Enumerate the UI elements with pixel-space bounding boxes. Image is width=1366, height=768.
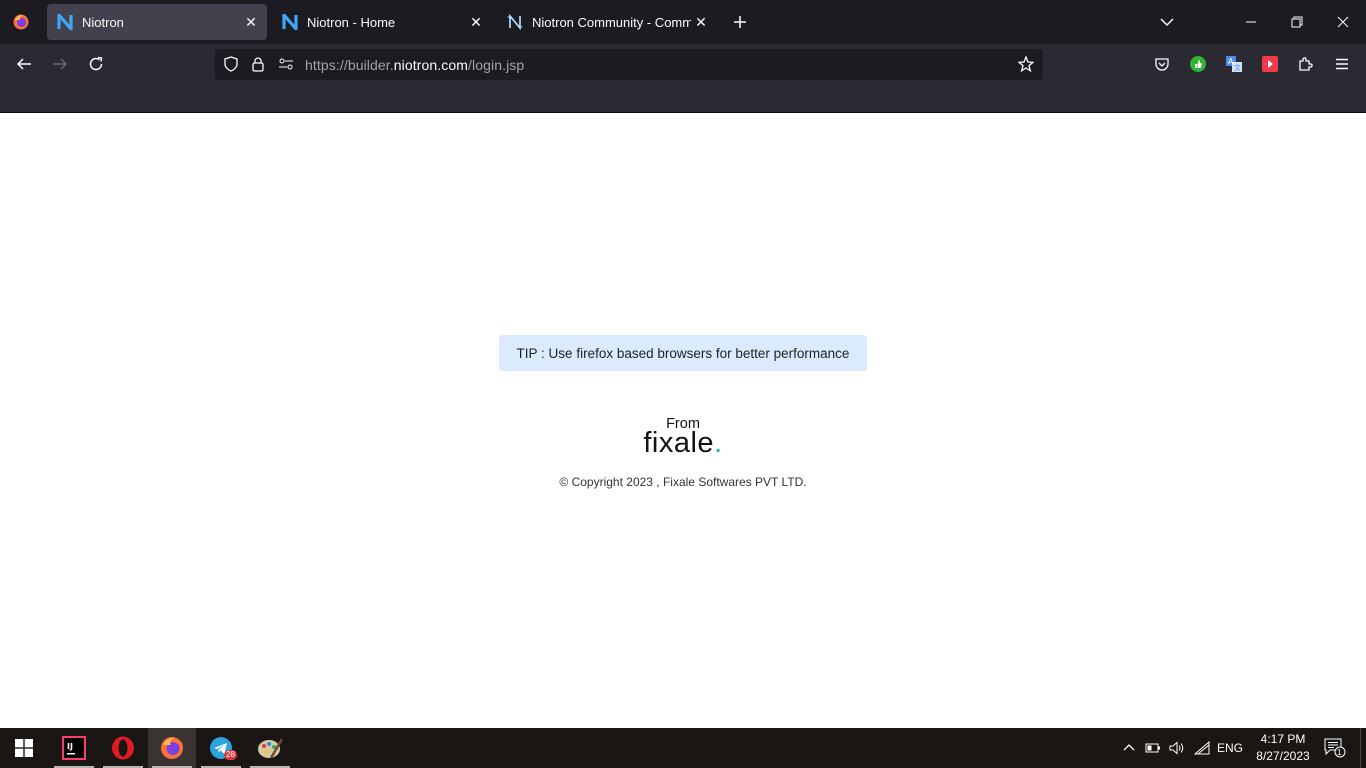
- star-icon[interactable]: [1017, 55, 1035, 73]
- brand-dot: .: [714, 427, 723, 459]
- tab-bar: Niotron ✕ Niotron - Home ✕ Niotron Commu…: [0, 0, 1366, 44]
- paint-icon: [258, 738, 283, 759]
- lock-icon[interactable]: [249, 55, 267, 73]
- copyright-text: © Copyright 2023 , Fixale Softwares PVT …: [559, 475, 807, 489]
- niotron-favicon-icon: [57, 14, 73, 30]
- niotron-community-favicon-icon: [507, 14, 523, 30]
- clock[interactable]: 4:17 PM 8/27/2023: [1248, 731, 1318, 765]
- tab-niotron[interactable]: Niotron ✕: [47, 4, 267, 40]
- url-text: https://builder.niotron.com/login.jsp: [305, 57, 524, 73]
- translate-extension-icon[interactable]: A文: [1224, 54, 1244, 74]
- taskbar-telegram[interactable]: [197, 728, 245, 768]
- svg-text:IJ: IJ: [67, 742, 73, 751]
- close-tab-icon[interactable]: ✕: [241, 12, 261, 32]
- tip-banner: TIP : Use firefox based browsers for bet…: [499, 335, 867, 371]
- battery-tray-button[interactable]: [1142, 728, 1164, 768]
- language-indicator[interactable]: ENG: [1214, 728, 1246, 768]
- close-window-button[interactable]: [1320, 0, 1366, 44]
- tab-title: Niotron - Home: [307, 14, 396, 30]
- pocket-icon[interactable]: [1152, 54, 1172, 74]
- notification-icon: [1324, 738, 1346, 758]
- start-button[interactable]: [0, 728, 48, 768]
- wifi-icon: [1194, 741, 1210, 755]
- thumbs-up-extension-icon[interactable]: [1188, 54, 1208, 74]
- address-bar[interactable]: https://builder.niotron.com/login.jsp: [215, 49, 1043, 80]
- fixale-logo: fixale.: [0, 427, 1366, 460]
- close-tab-icon[interactable]: ✕: [466, 12, 486, 32]
- show-desktop-button[interactable]: [1360, 728, 1366, 768]
- opera-icon: [112, 736, 134, 760]
- minimize-button[interactable]: [1228, 0, 1274, 44]
- url-domain: niotron.com: [393, 57, 469, 73]
- tab-title: Niotron Community - Commun: [532, 14, 691, 30]
- firefox-menu-button[interactable]: [0, 0, 42, 44]
- shield-icon[interactable]: [222, 55, 240, 73]
- brand-name: fixale: [643, 427, 715, 459]
- firefox-icon: [13, 14, 29, 30]
- back-button[interactable]: [8, 50, 40, 78]
- show-hidden-icons-button[interactable]: [1118, 728, 1140, 768]
- restore-icon: [1291, 16, 1303, 28]
- niotron-favicon-icon: [282, 14, 298, 30]
- url-prefix: https://builder.: [305, 57, 394, 73]
- battery-icon: [1145, 743, 1160, 753]
- reload-icon: [89, 56, 103, 71]
- clock-date: 8/27/2023: [1256, 749, 1310, 763]
- taskbar-paint[interactable]: [246, 728, 294, 768]
- taskbar-opera[interactable]: [99, 728, 147, 768]
- reload-button[interactable]: [80, 50, 112, 78]
- telegram-unread-badge: 28: [224, 750, 237, 760]
- firefox-icon: [161, 737, 183, 759]
- windows-taskbar: IJ 28 ENG 4:17 PM 8/27/2023 1: [0, 728, 1366, 768]
- chevron-up-icon: [1123, 744, 1135, 751]
- forward-button[interactable]: [44, 50, 76, 78]
- youtube-extension-icon[interactable]: [1260, 54, 1280, 74]
- restore-button[interactable]: [1274, 0, 1320, 44]
- url-path: /login.jsp: [468, 57, 525, 73]
- navigation-toolbar: https://builder.niotron.com/login.jsp A文: [0, 44, 1366, 113]
- action-center-button[interactable]: 1: [1320, 728, 1350, 768]
- list-all-tabs-button[interactable]: [1144, 0, 1190, 44]
- svg-text:文: 文: [1234, 63, 1241, 72]
- close-icon: [1337, 16, 1349, 28]
- windows-start-icon: [15, 739, 33, 757]
- tab-niotron-community[interactable]: Niotron Community - Commun ✕: [497, 4, 717, 40]
- back-arrow-icon: [16, 58, 31, 70]
- plus-icon: [734, 16, 746, 28]
- taskbar-firefox[interactable]: [148, 728, 196, 768]
- notification-count: 1: [1337, 748, 1342, 757]
- forward-arrow-icon: [53, 58, 68, 70]
- speaker-icon: [1169, 741, 1184, 755]
- new-tab-button[interactable]: [728, 10, 752, 34]
- network-tray-button[interactable]: [1190, 728, 1214, 768]
- puzzle-extensions-icon[interactable]: [1296, 54, 1316, 74]
- page-content: TIP : Use firefox based browsers for bet…: [0, 113, 1366, 728]
- taskbar-intellij[interactable]: IJ: [50, 728, 98, 768]
- clock-time: 4:17 PM: [1260, 732, 1306, 746]
- intellij-icon: IJ: [62, 736, 86, 760]
- hamburger-menu-icon[interactable]: [1332, 54, 1352, 74]
- permissions-icon[interactable]: [277, 55, 295, 73]
- tab-niotron-home[interactable]: Niotron - Home ✕: [272, 4, 492, 40]
- minimize-icon: [1246, 21, 1256, 23]
- chevron-down-icon: [1160, 18, 1174, 27]
- tab-title: Niotron: [82, 14, 124, 30]
- close-tab-icon[interactable]: ✕: [691, 12, 711, 32]
- volume-tray-button[interactable]: [1166, 728, 1188, 768]
